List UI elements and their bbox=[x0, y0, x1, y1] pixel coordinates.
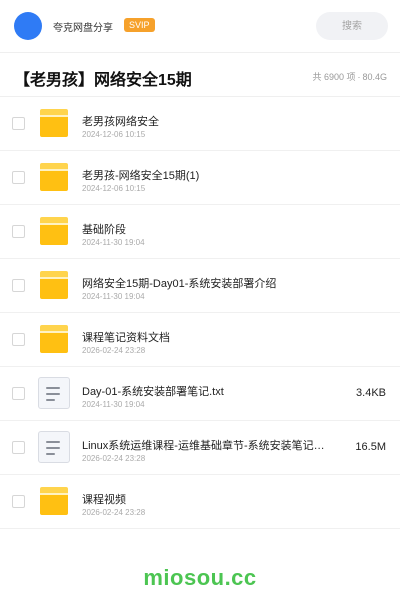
file-row[interactable]: 老男孩网络安全 2024-12-06 10:15 bbox=[0, 97, 400, 151]
file-date: 2024-11-30 19:04 bbox=[82, 238, 145, 247]
file-row[interactable]: 老男孩-网络安全15期(1) 2024-12-06 10:15 bbox=[0, 151, 400, 205]
folder-icon bbox=[40, 487, 68, 515]
folder-icon bbox=[40, 163, 68, 191]
folder-icon bbox=[40, 217, 68, 245]
row-checkbox[interactable] bbox=[12, 387, 25, 400]
file-name[interactable]: 老男孩网络安全 bbox=[82, 113, 159, 129]
file-row[interactable]: Linux系统运维课程-运维基础章节-系统安装笔记… 2026-02-24 23:… bbox=[0, 421, 400, 475]
folder-icon bbox=[40, 325, 68, 353]
share-title: 【老男孩】网络安全15期 bbox=[14, 72, 192, 89]
folder-icon bbox=[40, 271, 68, 299]
row-checkbox[interactable] bbox=[12, 333, 25, 346]
svip-badge: SVIP bbox=[124, 18, 155, 32]
file-name[interactable]: Linux系统运维课程-运维基础章节-系统安装笔记… bbox=[82, 437, 325, 453]
text-file-icon bbox=[38, 377, 70, 409]
row-checkbox[interactable] bbox=[12, 279, 25, 292]
share-meta: 共 6900 项 · 80.4G bbox=[312, 70, 387, 83]
avatar[interactable] bbox=[14, 12, 42, 40]
item-count: 共 6900 项 bbox=[312, 72, 356, 82]
brand-name: 夸克网盘分享 bbox=[53, 23, 113, 34]
file-list: 老男孩网络安全 2024-12-06 10:15 老男孩-网络安全15期(1) 202… bbox=[0, 97, 400, 529]
file-date: 2024-11-30 19:04 bbox=[82, 292, 145, 301]
file-date: 2026-02-24 23:28 bbox=[82, 346, 146, 355]
file-date: 2026-02-24 23:28 bbox=[82, 508, 146, 517]
file-date: 2024-12-06 10:15 bbox=[82, 184, 146, 193]
file-name[interactable]: 老男孩-网络安全15期(1) bbox=[82, 167, 199, 183]
meta-separator: · bbox=[357, 72, 361, 82]
file-name[interactable]: 网络安全15期-Day01-系统安装部署介绍 bbox=[82, 275, 276, 291]
total-size: 80.4G bbox=[362, 72, 387, 82]
row-checkbox[interactable] bbox=[12, 441, 25, 454]
folder-icon bbox=[40, 109, 68, 137]
file-row[interactable]: 基础阶段 2024-11-30 19:04 bbox=[0, 205, 400, 259]
file-size: 3.4KB bbox=[356, 387, 386, 399]
file-row[interactable]: Day-01-系统安装部署笔记.txt 2024-11-30 19:04 3.4KB bbox=[0, 367, 400, 421]
row-checkbox[interactable] bbox=[12, 495, 25, 508]
watermark: miosou.cc bbox=[143, 565, 257, 590]
file-date: 2024-12-06 10:15 bbox=[82, 130, 146, 139]
file-row[interactable]: 网络安全15期-Day01-系统安装部署介绍 2024-11-30 19:04 bbox=[0, 259, 400, 313]
row-checkbox[interactable] bbox=[12, 225, 25, 238]
file-name[interactable]: 基础阶段 bbox=[82, 221, 126, 237]
file-name[interactable]: Day-01-系统安装部署笔记.txt bbox=[82, 383, 224, 399]
file-date: 2024-11-30 19:04 bbox=[82, 400, 145, 409]
header-divider bbox=[0, 52, 400, 53]
header: 夸克网盘分享 SVIP bbox=[0, 0, 400, 52]
file-size: 16.5M bbox=[355, 441, 386, 453]
text-file-icon bbox=[38, 431, 70, 463]
search-input[interactable] bbox=[316, 12, 388, 40]
row-checkbox[interactable] bbox=[12, 117, 25, 130]
row-checkbox[interactable] bbox=[12, 171, 25, 184]
file-name[interactable]: 课程视频 bbox=[82, 491, 126, 507]
file-row[interactable]: 课程视频 2026-02-24 23:28 bbox=[0, 475, 400, 529]
file-row[interactable]: 课程笔记资料文档 2026-02-24 23:28 bbox=[0, 313, 400, 367]
file-date: 2026-02-24 23:28 bbox=[82, 454, 146, 463]
file-name[interactable]: 课程笔记资料文档 bbox=[82, 329, 170, 345]
